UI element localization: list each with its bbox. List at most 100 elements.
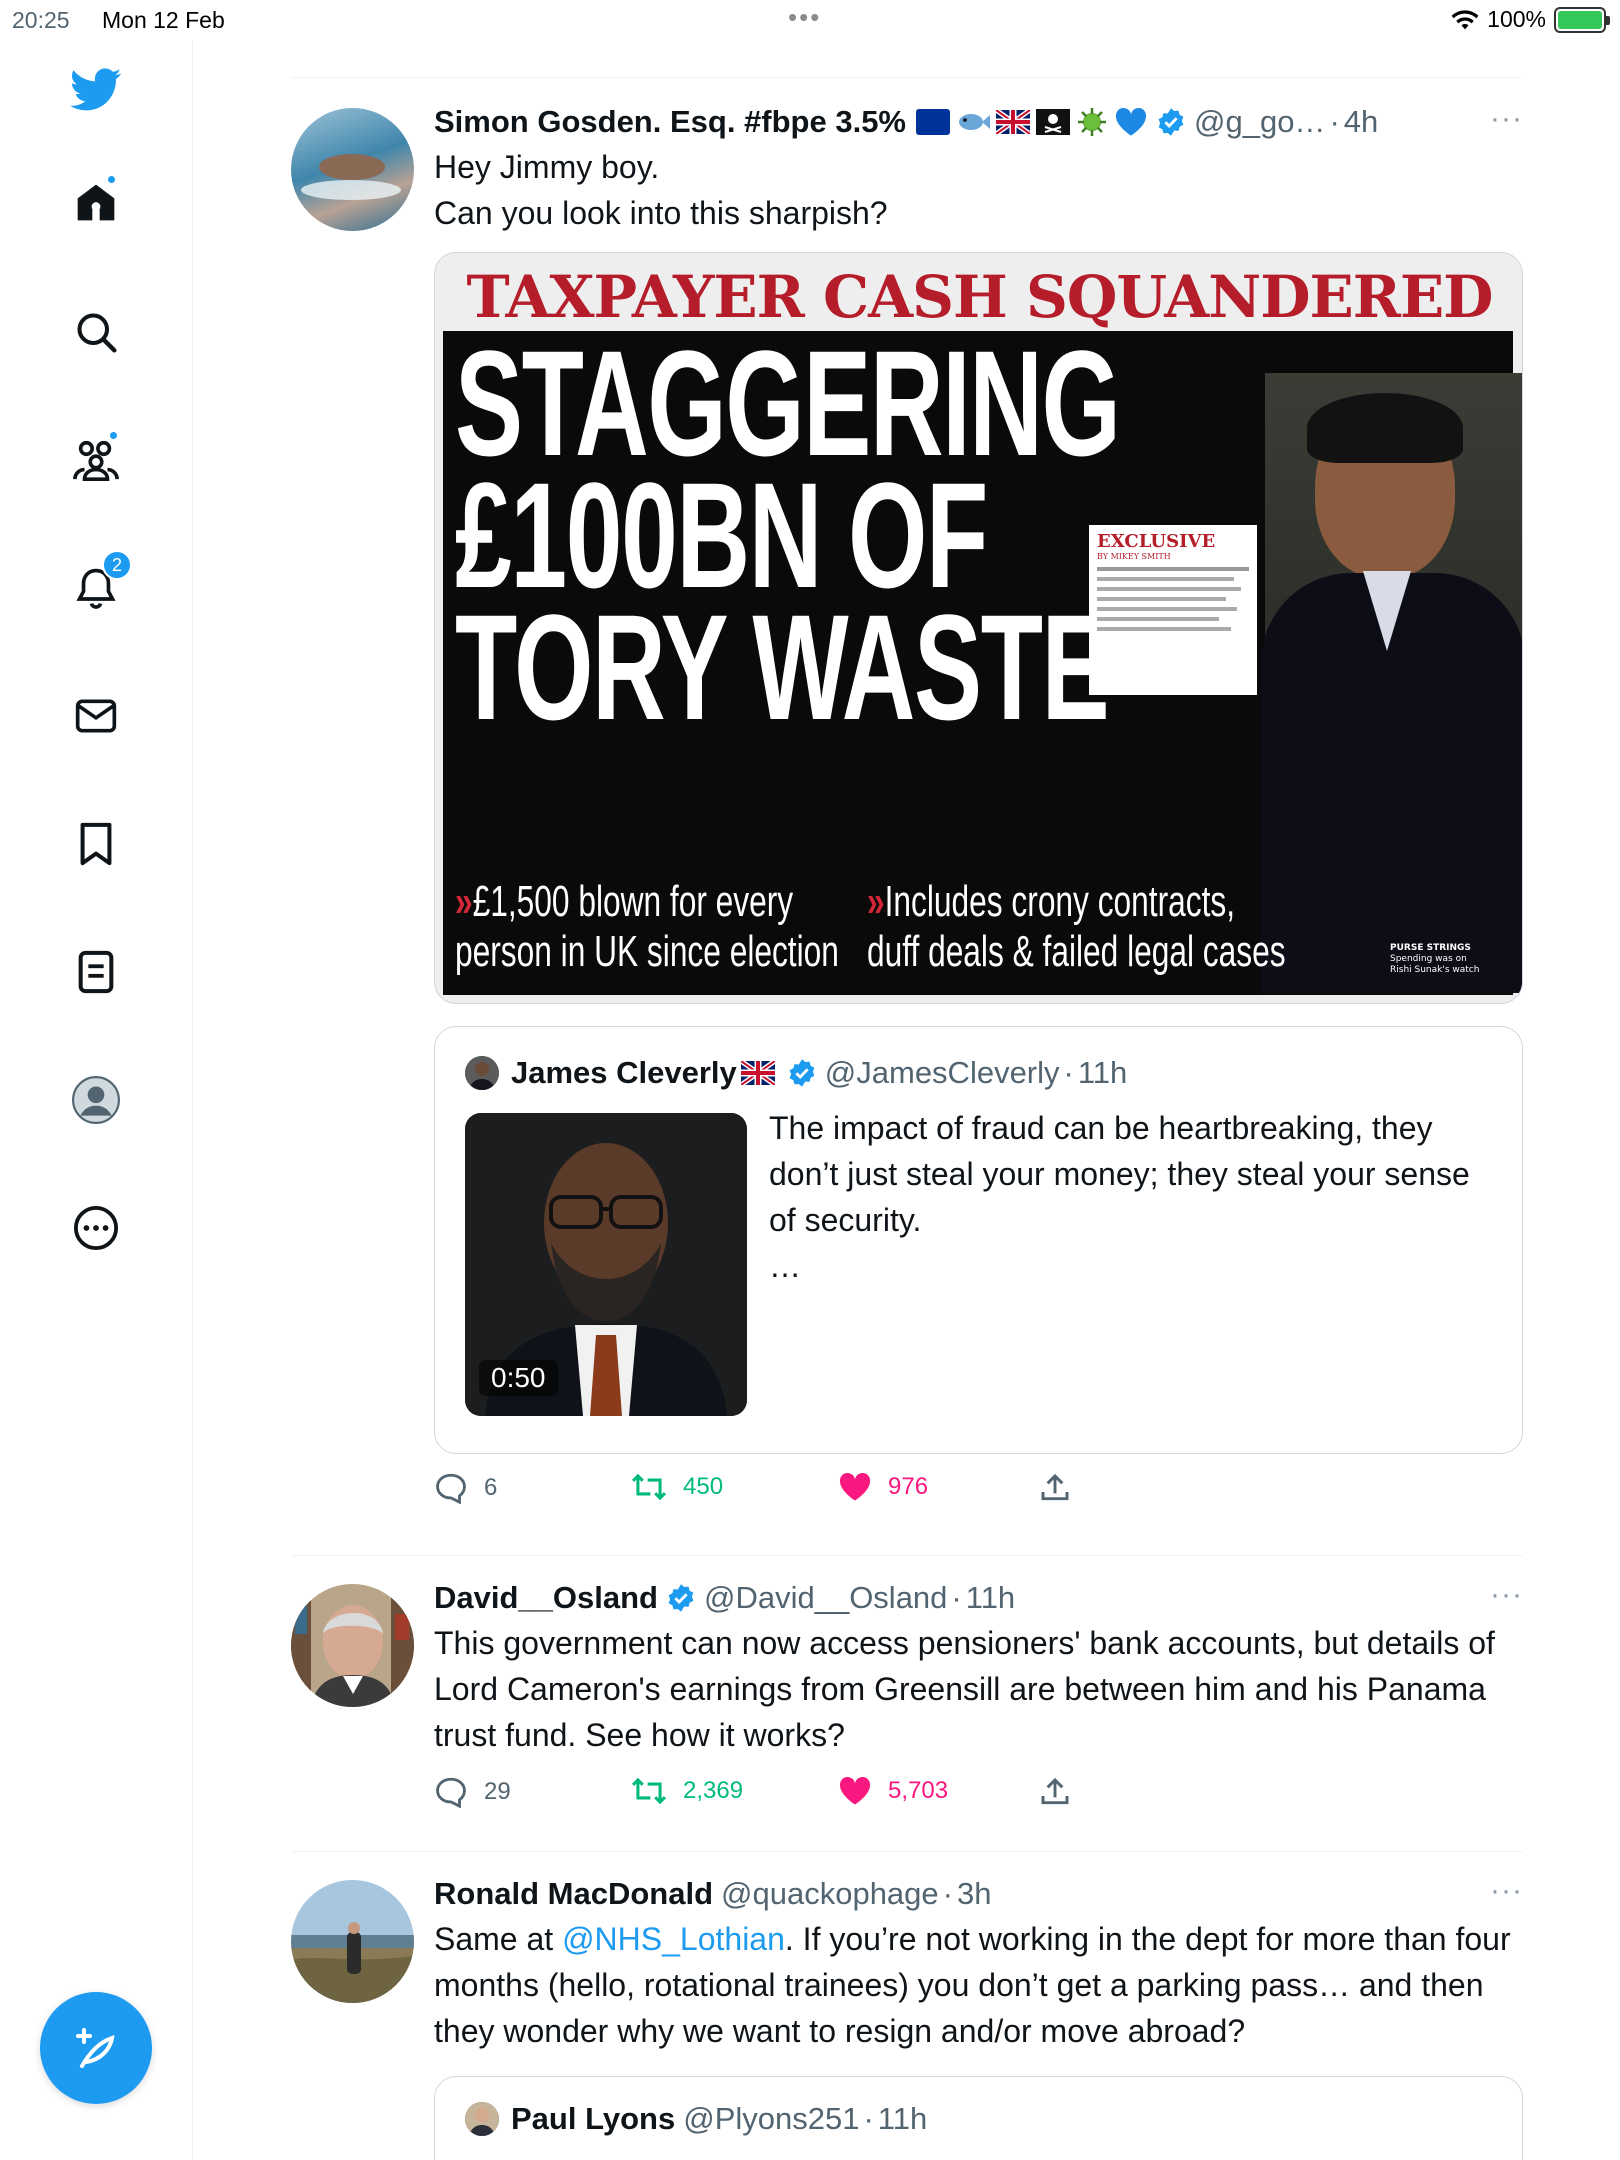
tweet-header: David__Osland @David__Osland · 11h [434, 1578, 1523, 1618]
reply-button[interactable]: 29 [434, 1776, 511, 1808]
author-handle[interactable]: @David__Osland [704, 1578, 947, 1618]
compose-feather-icon [76, 2028, 115, 2068]
avatar[interactable] [291, 1584, 414, 1707]
fish-icon [959, 114, 990, 130]
separator-dot: · [1063, 1055, 1074, 1090]
separator-dot: · [863, 2101, 874, 2136]
tweet-text: Same at @NHS_Lothian. If you’re not work… [434, 1916, 1523, 2054]
retweet-button[interactable]: 450 [631, 1472, 723, 1502]
status-right: 100% [1451, 6, 1610, 33]
tweet[interactable]: David__Osland @David__Osland · 11h ··· T… [291, 1556, 1523, 1852]
communities-icon[interactable] [68, 430, 124, 488]
tweet-more-icon[interactable]: ··· [1490, 102, 1523, 136]
quoted-tweet-content: 0:50 The impact of fraud can be heartbre… [465, 1110, 1492, 1416]
tweet[interactable]: Ronald MacDonald @quackophage · 3h ··· S… [291, 1852, 1523, 2160]
tweet-more-icon[interactable]: ··· [1490, 1874, 1523, 1908]
heart-filled-icon [839, 1776, 871, 1805]
subhead-text: duff deals & failed legal cases [867, 927, 1286, 976]
reply-icon [436, 1777, 466, 1808]
retweet-button[interactable]: 2,369 [631, 1776, 743, 1806]
reply-button[interactable]: 6 [434, 1472, 497, 1504]
tweet-text: This government can now access pensioner… [434, 1625, 1495, 1753]
quoted-text-body: The impact of fraud can be heartbreaking… [769, 1110, 1470, 1238]
avatar[interactable] [291, 108, 414, 231]
quoted-tweet[interactable]: Paul Lyons @Plyons251 · 11h [434, 2076, 1523, 2160]
compose-tweet-button[interactable] [40, 1992, 152, 2104]
mention-link[interactable]: @NHS_Lothian [562, 1921, 785, 1957]
profile-icon[interactable] [68, 1072, 124, 1128]
quoted-avatar[interactable] [465, 1056, 499, 1090]
like-button[interactable]: 5,703 [838, 1776, 948, 1806]
author-name[interactable]: Simon Gosden. Esq. #fbpe 3.5% [434, 102, 906, 142]
subhead-right: »Includes crony contracts, duff deals & … [867, 877, 1286, 976]
more-options-icon[interactable] [68, 1200, 124, 1256]
communities-unread-dot [108, 430, 119, 441]
messages-icon[interactable] [68, 688, 124, 744]
home-unread-dot [106, 174, 117, 185]
exclusive-label: EXCLUSIVE [1097, 531, 1216, 552]
quoted-tweet-header: Paul Lyons @Plyons251 · 11h [465, 2097, 1492, 2141]
verified-badge-icon [1158, 108, 1184, 136]
quoted-author-handle[interactable]: @JamesCleverly [825, 1055, 1060, 1091]
tweet-header: Ronald MacDonald @quackophage · 3h [434, 1874, 1523, 1914]
tweet-time[interactable]: 4h [1344, 102, 1378, 142]
quoted-tweet[interactable]: James Cleverly @JamesCleverly · 11h 0:50… [434, 1026, 1523, 1454]
share-button[interactable] [1039, 1776, 1071, 1808]
home-icon[interactable] [68, 174, 124, 230]
share-icon [1041, 1777, 1069, 1805]
author-name[interactable]: David__Osland [434, 1578, 658, 1618]
show-more-ellipsis[interactable]: … [769, 1243, 1492, 1289]
avatar[interactable] [291, 1880, 414, 2003]
photo-caption: PURSE STRINGS Spending was on Rishi Suna… [1390, 943, 1479, 976]
verified-badge-icon [789, 1059, 815, 1087]
like-count: 5,703 [888, 1777, 949, 1804]
bookmarks-icon[interactable] [68, 816, 124, 872]
headline-line: STAGGERING [455, 319, 1121, 487]
author-handle[interactable]: @g_go… [1194, 102, 1325, 142]
quoted-tweet-header: James Cleverly @JamesCleverly · 11h [465, 1051, 1492, 1095]
like-button[interactable]: 976 [838, 1472, 928, 1502]
tweet-more-icon[interactable]: ··· [1490, 1578, 1523, 1612]
battery-icon [1554, 6, 1610, 33]
tweet-image[interactable]: TAXPAYER CASH SQUANDERED STAGGERING £100… [434, 252, 1523, 1004]
video-thumbnail[interactable]: 0:50 [465, 1113, 747, 1416]
author-name[interactable]: Ronald MacDonald [434, 1874, 713, 1914]
quoted-tweet-time[interactable]: 11h [1078, 1055, 1127, 1091]
tweet-actions: 6 450 976 [434, 1472, 1523, 1520]
photo-hair [1307, 393, 1463, 463]
quoted-author-handle[interactable]: @Plyons251 [683, 2101, 859, 2137]
separator-dot: · [951, 1580, 962, 1615]
quoted-author-name[interactable]: James Cleverly [511, 1055, 737, 1091]
eu-flag-icon [916, 109, 950, 135]
retweet-icon [631, 1473, 667, 1501]
twitter-logo-icon[interactable] [68, 62, 124, 118]
subhead-text: Includes crony contracts, [884, 877, 1236, 926]
multitasking-dots[interactable]: ••• [788, 2, 821, 33]
quoted-tweet-time[interactable]: 11h [878, 2101, 927, 2137]
quoted-avatar[interactable] [465, 2102, 499, 2136]
headline-line: £100BN OF [455, 451, 988, 619]
lists-icon[interactable] [68, 944, 124, 1000]
uk-flag-icon [740, 1061, 775, 1085]
caption-line: Rishi Sunak's watch [1390, 965, 1480, 975]
like-count: 976 [888, 1473, 929, 1500]
tweet[interactable]: Simon Gosden. Esq. #fbpe 3.5% @g_go… · 4… [291, 80, 1523, 1556]
sidebar: 2 [0, 40, 193, 2160]
notifications-icon[interactable]: 2 [68, 550, 132, 616]
battery-percent: 100% [1487, 6, 1546, 32]
notifications-badge: 2 [102, 550, 132, 580]
share-button[interactable] [1039, 1472, 1071, 1504]
photo-jumper [1261, 573, 1522, 993]
author-handle[interactable]: @quackophage [721, 1874, 939, 1914]
quoted-author-name[interactable]: Paul Lyons [511, 2101, 675, 2137]
search-icon[interactable] [68, 304, 124, 360]
uk-flag-icon [996, 110, 1030, 134]
heart-filled-icon [839, 1472, 871, 1501]
name-emojis [916, 106, 1148, 138]
subhead-text: £1,500 blown for every [472, 877, 794, 926]
exclusive-byline: BY MIKEY SMITH [1097, 552, 1171, 561]
status-bar: 20:25 Mon 12 Feb ••• 100% [0, 0, 1620, 40]
retweet-count: 450 [683, 1473, 724, 1500]
tweet-time[interactable]: 3h [957, 1874, 991, 1914]
tweet-time[interactable]: 11h [966, 1578, 1015, 1618]
